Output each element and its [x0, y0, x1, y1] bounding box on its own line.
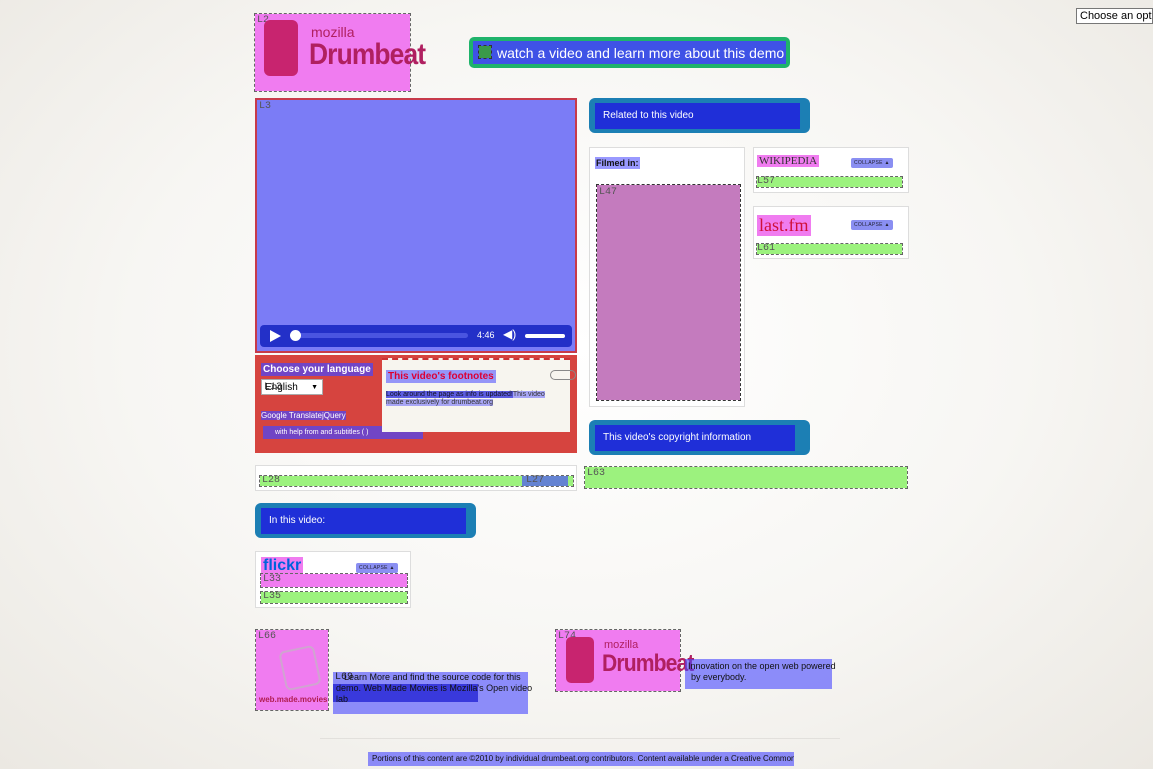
- map-overlay-label: L47: [599, 187, 618, 198]
- lastfm-row-label: L61: [757, 243, 776, 254]
- filmed-in-label: Filmed in:: [595, 157, 640, 169]
- lastfm-logo: last.fm: [757, 215, 811, 236]
- footnotes-text: Look around the page as info is updated!…: [386, 391, 562, 407]
- lastfm-row: L61: [756, 243, 903, 255]
- and-text: and: [320, 429, 333, 436]
- drumbeat-logo[interactable]: L2 mozilla Drumbeat: [254, 13, 426, 92]
- drumbeat-drum-icon: [264, 20, 298, 76]
- flickr-row-1-label: L33: [263, 574, 282, 585]
- subtitles-tail: ): [366, 429, 369, 436]
- wmm-line-1[interactable]: Learn More and find the source code for …: [336, 672, 528, 683]
- wikipedia-logo: WIKIPEDIA: [757, 155, 820, 167]
- row-l28-label: L28: [262, 475, 281, 486]
- related-tab-label: Related to this video: [595, 103, 800, 129]
- footnotes-line1-tail: This video: [512, 391, 545, 398]
- footnotes-line1-overlay: Look around the page as info is updated!: [386, 391, 513, 398]
- demo-video-banner[interactable]: watch a video and learn more about this …: [469, 37, 790, 68]
- flickr-row-1: L33: [260, 573, 408, 588]
- language-title: Choose your language: [261, 363, 373, 376]
- wmm-description: L69 Learn More and find the source code …: [333, 672, 533, 714]
- footer-drumbeat-logo[interactable]: L74 mozilla Drumbeat: [555, 629, 694, 692]
- google-translate-link[interactable]: Google Translate: [261, 411, 322, 420]
- film-reel-icon: [278, 644, 322, 692]
- copyright-tab[interactable]: This video's copyright information: [589, 420, 810, 455]
- row-l28: L28 L27: [259, 475, 574, 487]
- flickr-row-2-label: L35: [263, 591, 282, 602]
- jquery-link[interactable]: jQuery: [322, 411, 346, 420]
- flickr-collapse-button[interactable]: COLLAPSE ▲: [356, 563, 398, 573]
- wikipedia-row-label: L57: [757, 176, 776, 187]
- wmm-line-3: lab: [336, 694, 349, 704]
- related-tab[interactable]: Related to this video: [589, 98, 810, 133]
- option-select-value: Choose an option: [1080, 10, 1152, 22]
- video-time: 4:46: [477, 330, 495, 340]
- film-icon: [478, 45, 492, 59]
- seek-bar[interactable]: [290, 330, 468, 341]
- chevron-down-icon: ▼: [311, 384, 318, 391]
- filmed-in-map[interactable]: L47: [596, 184, 741, 401]
- innovation-line-2: by everybody.: [691, 672, 747, 682]
- play-icon[interactable]: [270, 330, 281, 342]
- wikipedia-row: L57: [756, 176, 903, 188]
- web-made-movies-logo[interactable]: L66 web.made.movies: [255, 629, 329, 711]
- volume-slider[interactable]: [525, 334, 565, 338]
- lastfm-collapse-button[interactable]: COLLAPSE ▲: [851, 220, 893, 230]
- video-overlay-label: L3: [259, 101, 272, 112]
- option-select[interactable]: Choose an option ▼: [1076, 8, 1153, 24]
- footnotes-line2: made exclusively for drumbeat.org: [386, 399, 493, 406]
- language-panel: Choose your language English ▼ L13 Googl…: [255, 355, 577, 453]
- row-l27-overlay[interactable]: L27: [522, 476, 568, 486]
- wmm-text: web.made.movies: [259, 695, 328, 704]
- footer-copyright: Portions of this content are ©2010 by in…: [368, 752, 794, 766]
- wikipedia-collapse-button[interactable]: COLLAPSE ▲: [851, 158, 893, 168]
- wikipedia-panel: WIKIPEDIA COLLAPSE ▲ L57: [753, 147, 909, 193]
- help-text: with help from: [275, 429, 319, 436]
- row-l63: L63: [584, 466, 908, 489]
- flickr-row-2: L35: [260, 591, 408, 604]
- lastfm-panel: last.fm COLLAPSE ▲ L61: [753, 206, 909, 259]
- flickr-panel: flickr COLLAPSE ▲ L33 L35: [255, 551, 411, 608]
- flickr-logo: flickr: [261, 557, 304, 575]
- in-this-video-label: In this video:: [261, 508, 466, 534]
- innovation-text: Innovation on the open web powered by ev…: [685, 659, 836, 689]
- footer-divider: [320, 738, 840, 739]
- row-l27-label: L27: [526, 475, 545, 486]
- language-select-overlay: L13: [264, 382, 283, 393]
- language-select[interactable]: English ▼ L13: [261, 379, 323, 395]
- subtitles-text: subtitles (: [334, 429, 365, 436]
- wmm-overlay-label: L66: [258, 631, 277, 642]
- filmed-in-panel: Filmed in: L47: [589, 147, 745, 407]
- banner-text: watch a video and learn more about this …: [497, 45, 785, 61]
- row-l28-panel: L28 L27: [255, 465, 577, 491]
- footnotes-title: This video's footnotes: [386, 370, 496, 383]
- video-controls: 4:46 ◀): [260, 325, 572, 347]
- wmm-line-2: demo. Web Made Movies is Mozilla's Open …: [336, 683, 533, 693]
- footer-drum-icon: [566, 637, 594, 683]
- footer-drumbeat-big: Drumbeat: [602, 650, 694, 677]
- copyright-tab-label: This video's copyright information: [595, 425, 795, 451]
- innovation-line-1: Innovation on the open web powered: [688, 661, 836, 671]
- seek-handle[interactable]: [290, 330, 301, 341]
- drumbeat-logo-big: Drumbeat: [309, 38, 426, 71]
- row-l63-label: L63: [587, 468, 606, 479]
- footnotes-note: This video's footnotes Look around the p…: [382, 358, 576, 432]
- paperclip-icon: [550, 370, 576, 380]
- video-player[interactable]: L3 4:46 ◀): [255, 98, 577, 353]
- volume-icon[interactable]: ◀): [503, 328, 516, 340]
- in-this-video-tab[interactable]: In this video:: [255, 503, 476, 538]
